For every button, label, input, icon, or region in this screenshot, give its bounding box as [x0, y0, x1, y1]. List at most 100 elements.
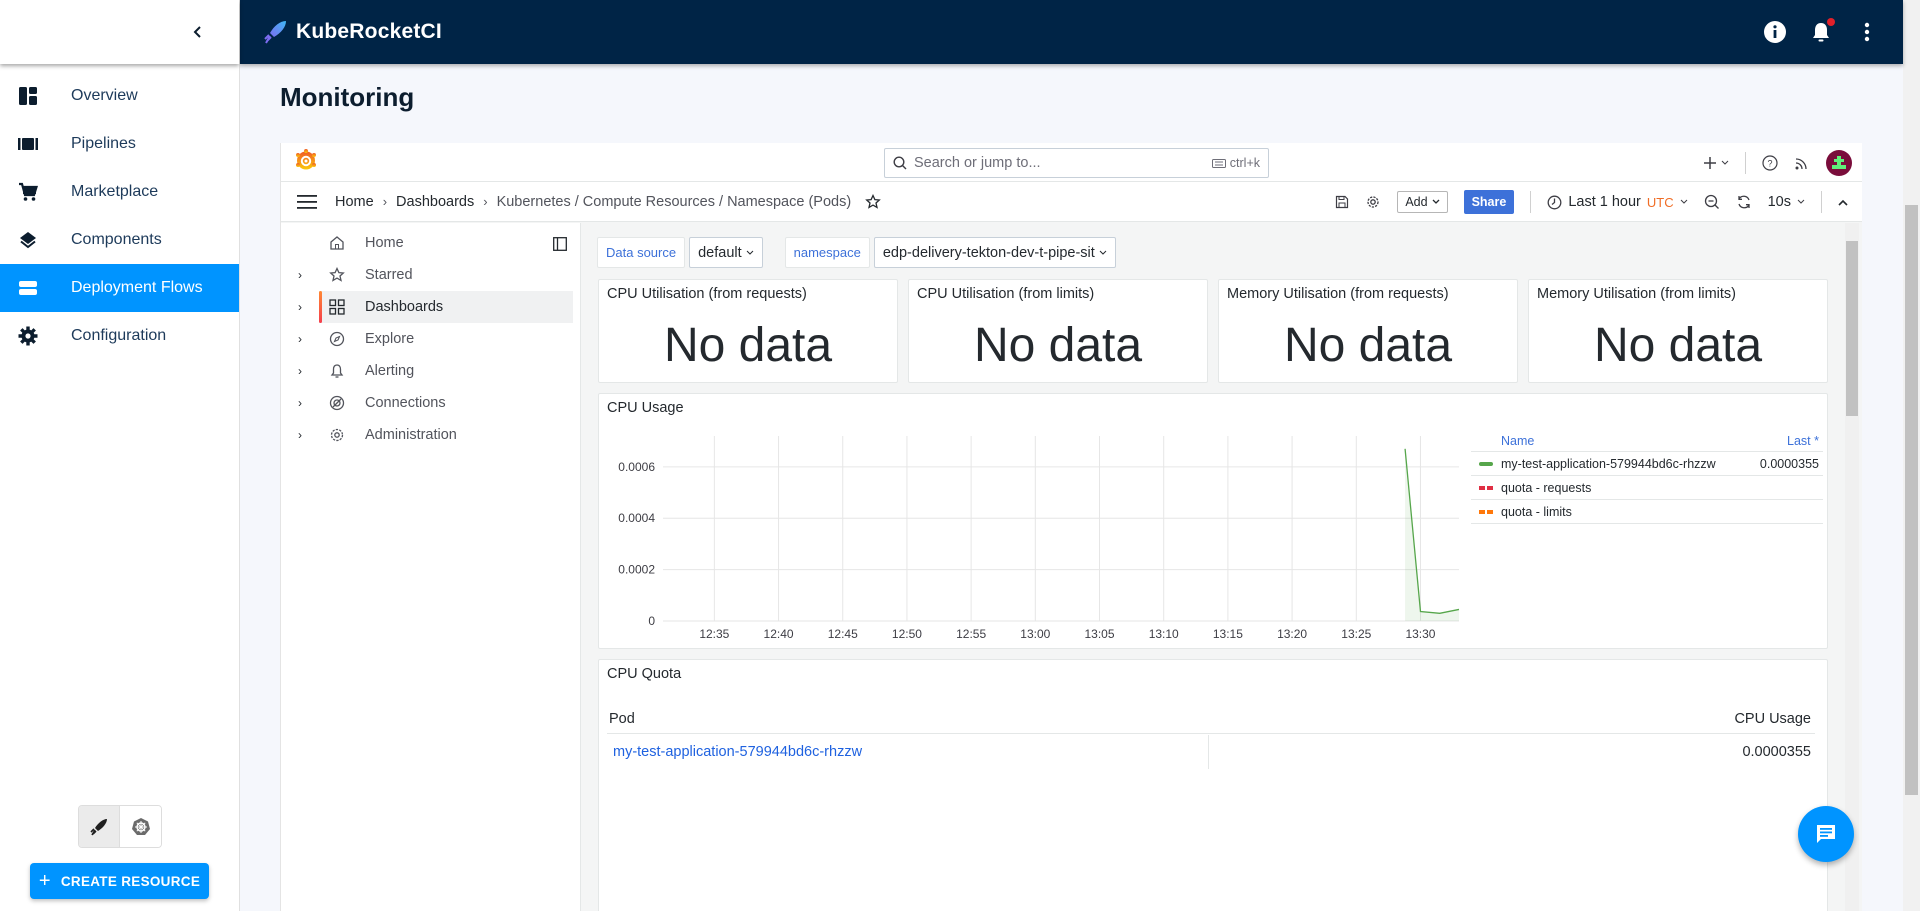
kubernetes-mode-toggle[interactable]: [120, 806, 161, 847]
column-header-cpu-usage[interactable]: CPU Usage: [1734, 711, 1815, 727]
compass-icon: [328, 330, 346, 348]
scrollbar-thumb[interactable]: [1846, 241, 1858, 416]
scrollbar-thumb[interactable]: [1905, 205, 1918, 795]
brand-logo[interactable]: KubeRocketCI: [262, 19, 442, 45]
cpu-usage-value: 0.0000355: [1742, 744, 1811, 760]
stat-panel-memory-limits[interactable]: Memory Utilisation (from limits) No data: [1528, 279, 1828, 383]
grafana-search-input[interactable]: Search or jump to... ctrl+k: [884, 148, 1269, 178]
stat-panel-cpu-limits[interactable]: CPU Utilisation (from limits) No data: [908, 279, 1208, 383]
legend-name: quota - requests: [1501, 480, 1592, 495]
zoom-out-button[interactable]: [1704, 194, 1720, 210]
app-sidebar: Overview Pipelines Marketplace Component…: [0, 0, 240, 911]
namespace-variable-select[interactable]: edp-delivery-tekton-dev-t-pipe-sit: [873, 237, 1116, 268]
nav-item-explore[interactable]: › Explore: [281, 323, 581, 355]
new-dropdown-button[interactable]: [1703, 156, 1729, 170]
chat-button[interactable]: [1798, 806, 1854, 862]
nav-item-starred[interactable]: › Starred: [281, 259, 581, 291]
sidebar-item-overview[interactable]: Overview: [0, 72, 239, 120]
column-header-pod[interactable]: Pod: [607, 711, 1734, 727]
sidebar-item-marketplace[interactable]: Marketplace: [0, 168, 239, 216]
kubernetes-icon: [131, 817, 150, 835]
nav-label: Dashboards: [365, 299, 444, 315]
active-highlight: [319, 291, 573, 323]
krci-mode-toggle[interactable]: [79, 806, 120, 847]
pod-link[interactable]: my-test-application-579944bd6c-rhzzw: [607, 735, 1209, 769]
refresh-button[interactable]: [1736, 194, 1752, 210]
refresh-interval-picker[interactable]: 10s: [1768, 194, 1805, 210]
search-shortcut: ctrl+k: [1211, 156, 1260, 170]
chevron-left-icon: [193, 26, 201, 38]
dashboard-settings-button[interactable]: [1365, 194, 1381, 210]
expand-icon[interactable]: ›: [298, 300, 302, 314]
legend-header: Name Last *: [1471, 430, 1823, 452]
nav-item-dashboards[interactable]: › Dashboards: [281, 291, 581, 323]
x-tick-label: 12:35: [699, 627, 729, 641]
expand-icon[interactable]: ›: [298, 428, 302, 442]
sidebar-item-label: Marketplace: [71, 183, 159, 200]
expand-icon[interactable]: ›: [298, 396, 302, 410]
sidebar-item-configuration[interactable]: Configuration: [0, 312, 239, 360]
grafana-frame: Search or jump to... ctrl+k ? Home › Das…: [280, 143, 1862, 911]
notifications-button[interactable]: [1809, 18, 1835, 44]
add-button[interactable]: Add: [1397, 191, 1448, 213]
namespace-variable-label: namespace: [784, 237, 870, 268]
chevron-down-icon: [1680, 199, 1687, 204]
sidebar-item-label: Deployment Flows: [71, 279, 203, 296]
datasource-variable-select[interactable]: default: [689, 237, 763, 268]
save-dashboard-button[interactable]: [1335, 195, 1349, 209]
expand-icon[interactable]: ›: [298, 364, 302, 378]
nav-item-connections[interactable]: › Connections: [281, 387, 581, 419]
favorite-button[interactable]: [865, 193, 882, 210]
expand-icon[interactable]: ›: [298, 332, 302, 346]
keyboard-icon: [1211, 158, 1226, 168]
legend-item[interactable]: quota - limits: [1471, 500, 1823, 524]
user-avatar[interactable]: [1826, 149, 1852, 176]
collapse-sidebar-button[interactable]: [191, 25, 205, 39]
legend-swatch: [1479, 485, 1493, 490]
breadcrumb-home[interactable]: Home: [335, 194, 374, 210]
y-tick-label: 0.0004: [618, 511, 655, 525]
more-menu-button[interactable]: [1855, 20, 1879, 44]
news-button[interactable]: [1794, 155, 1810, 171]
page-scrollbar[interactable]: [1903, 0, 1920, 911]
table-header: Pod CPU Usage: [607, 704, 1815, 734]
stat-panel-cpu-requests[interactable]: CPU Utilisation (from requests) No data: [598, 279, 898, 383]
menu-toggle-button[interactable]: [297, 194, 317, 209]
legend-header-name[interactable]: Name: [1501, 434, 1743, 448]
pipeline-icon: [18, 134, 38, 154]
nav-item-home[interactable]: Home: [281, 227, 581, 259]
cpu-quota-panel[interactable]: CPU Quota Pod CPU Usage my-test-applicat…: [598, 659, 1828, 911]
sidebar-item-deployment-flows[interactable]: Deployment Flows: [0, 264, 239, 312]
nav-label: Administration: [365, 427, 457, 443]
share-button[interactable]: Share: [1463, 190, 1515, 214]
collapse-toolbar-button[interactable]: [1838, 199, 1848, 206]
grafana-scrollbar[interactable]: [1845, 223, 1859, 911]
create-resource-button[interactable]: + CREATE RESOURCE: [30, 863, 209, 899]
time-range-picker[interactable]: Last 1 hour UTC: [1547, 194, 1687, 210]
cpu-usage-panel[interactable]: CPU Usage 0 0.0002 0.0004 0.0006 12:35 12:40 1…: [598, 393, 1828, 649]
grafana-logo-icon: [296, 148, 316, 169]
app-header: KubeRocketCI: [240, 0, 1903, 64]
zoom-out-icon: [1704, 194, 1719, 209]
stat-panel-memory-requests[interactable]: Memory Utilisation (from requests) No da…: [1218, 279, 1518, 383]
grafana-logo[interactable]: [295, 148, 317, 176]
sidebar-item-pipelines[interactable]: Pipelines: [0, 120, 239, 168]
stat-value: No data: [973, 319, 1143, 372]
breadcrumb-dashboards[interactable]: Dashboards: [396, 194, 474, 210]
sidebar-item-label: Components: [71, 231, 162, 248]
x-tick-label: 13:20: [1277, 627, 1307, 641]
add-label: Add: [1405, 195, 1428, 209]
sidebar-item-components[interactable]: Components: [0, 216, 239, 264]
nav-item-alerting[interactable]: › Alerting: [281, 355, 581, 387]
expand-icon[interactable]: ›: [298, 268, 302, 282]
hamburger-icon: [297, 194, 317, 209]
help-button[interactable]: ?: [1762, 154, 1778, 171]
legend-item[interactable]: quota - requests: [1471, 476, 1823, 500]
info-button[interactable]: [1763, 20, 1787, 44]
nav-item-administration[interactable]: › Administration: [281, 419, 581, 451]
apps-grid-icon: [328, 298, 346, 316]
breadcrumb-current: Kubernetes / Compute Resources / Namespa…: [496, 193, 852, 210]
legend-item[interactable]: my-test-application-579944bd6c-rhzzw 0.0…: [1471, 452, 1823, 476]
legend-header-last[interactable]: Last *: [1743, 434, 1823, 448]
more-vert-icon: [1864, 22, 1870, 42]
